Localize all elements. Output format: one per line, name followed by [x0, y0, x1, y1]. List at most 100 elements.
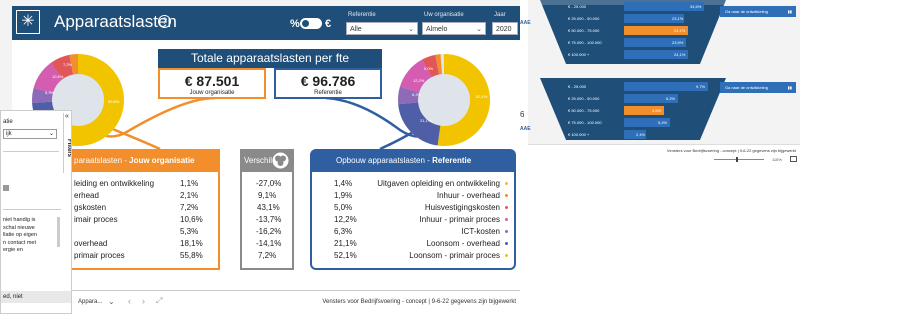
kpi-own-label: Jouw organisatie	[189, 90, 235, 96]
chevron-right-icon[interactable]: ›	[142, 296, 145, 306]
thumb-side-letter: 6	[520, 110, 525, 119]
side-text: niet handig is schal nieuwe llatie op ei…	[3, 217, 37, 255]
side-text-line: niet handig is	[3, 217, 36, 223]
diff-value: -13,7%	[256, 215, 282, 224]
side-footer: ed, niet	[1, 291, 71, 303]
zoom-slider-handle[interactable]	[736, 157, 738, 162]
side-text-line: ergie en	[3, 247, 23, 253]
zoom-level: 116%	[772, 157, 782, 162]
bar-chart-icon: ▮▮	[787, 9, 792, 14]
side-heading: atie	[3, 119, 13, 125]
donut-own-label: 5,3%	[45, 90, 55, 95]
donut-ref-label: 5,0%	[424, 66, 434, 71]
thumb-bar-label: € 100.000 +	[568, 132, 590, 137]
thumb-bar-label: € 25.000 - 50.000	[568, 16, 600, 21]
thumb-bar-label: € - 25.000	[568, 4, 587, 9]
list-item: gskosten	[74, 203, 107, 212]
diff-value: 43,1%	[257, 203, 280, 212]
goto-development-button[interactable]: Ga naar de ontwikkeling ▮▮	[720, 6, 796, 17]
chevron-left-icon[interactable]: ‹	[128, 296, 131, 306]
panel-own-title-bold: Jouw organisatie	[129, 156, 195, 165]
kpi-own[interactable]: € 87.501 Jouw organisatie	[158, 68, 266, 99]
thumb-bar-value: 5,4%	[658, 120, 668, 125]
ref-value: 52,1%	[334, 251, 357, 260]
chevron-down-icon[interactable]: ⌄	[108, 297, 115, 306]
divider	[3, 151, 59, 152]
thumb-bar-value: 4,6%	[652, 108, 662, 113]
filters-label: Filters	[66, 139, 72, 158]
collapse-icon[interactable]: «	[65, 113, 69, 120]
ref-item: Inhuur - overhead	[436, 191, 500, 200]
donut-ref-label: 21,1%	[420, 118, 432, 123]
thumb-bar-value: 9,7%	[696, 84, 706, 89]
thumb-bar-label: € 75.000 - 100.000	[568, 120, 602, 125]
page-tab[interactable]: Appara...	[78, 299, 102, 305]
panel-own-title: paraatslasten -	[74, 156, 130, 165]
thumb-bar-label: € 100.000 +	[568, 52, 590, 57]
thumb-bar-label: € 25.000 - 50.000	[568, 96, 600, 101]
thumb-bar-value: 23,9%	[672, 40, 684, 45]
thumb-bar-value: 23,1%	[672, 16, 684, 21]
donut-own-label: 55,8%	[108, 99, 120, 104]
list-item: primair proces	[74, 251, 125, 260]
thumb-bar-value: 6,2%	[666, 96, 676, 101]
list-value: 10,6%	[180, 215, 203, 224]
ref-item: Uitgaven opleiding en ontwikkeling	[377, 179, 500, 188]
list-item: leiding en ontwikkeling	[74, 179, 155, 188]
side-text-line: schal nieuwe	[3, 224, 35, 231]
donut-own-label: 7,2%	[63, 62, 73, 67]
kpi-banner: Totale apparaatslasten per fte	[158, 49, 382, 68]
ref-value: 21,1%	[334, 239, 357, 248]
list-value: 18,1%	[180, 239, 203, 248]
diff-value: -16,2%	[256, 227, 282, 236]
side-dropdown-value: ijk	[6, 131, 12, 137]
bar-chart-icon: ▮▮	[787, 85, 792, 90]
ref-value: 1,9%	[334, 191, 353, 200]
donut-chart-ref[interactable]: 52,1% 21,1% 6,3% 12,2% 5,0%	[394, 52, 494, 148]
kpi-ref-label: Referentie	[314, 90, 342, 96]
panel-diff-body: -27,0% 9,1% 43,1% -13,7% -16,2% -14,1% 7…	[240, 172, 294, 270]
donut-ref-label: 6,3%	[412, 92, 422, 97]
legend-dot-icon	[505, 218, 508, 221]
list-item: erhead	[74, 191, 99, 200]
ref-item: Inhuur - primair proces	[419, 215, 500, 224]
legend-dot-icon	[505, 182, 508, 185]
thumb-chart-1: € - 25.000 34,6% € 25.000 - 50.000 23,1%…	[564, 0, 714, 66]
list-item: imair proces	[74, 215, 118, 224]
panel-ref-header: Opbouw apparaatslasten - Referentie	[310, 149, 516, 172]
thumb-footer-text: Vensters voor Bedrijfsvoering - concept …	[666, 148, 796, 153]
list-value: 1,1%	[180, 179, 199, 188]
thumb-side-letter: AAE	[520, 126, 531, 132]
ref-item: Loonsom - primair proces	[409, 251, 500, 260]
thumb-bar-label: € 75.000 - 100.000	[568, 40, 602, 45]
fit-page-icon[interactable]	[790, 156, 797, 162]
divider	[3, 209, 61, 210]
legend-dot-icon	[505, 254, 508, 257]
scrollbar[interactable]	[57, 217, 60, 247]
chevron-down-icon: ⌄	[48, 131, 54, 137]
compare-icon	[272, 152, 289, 169]
kpi-ref-value: € 96.786	[300, 73, 356, 89]
zoom-slider[interactable]	[714, 159, 764, 160]
filter-icon	[3, 185, 9, 191]
ref-value: 6,3%	[334, 227, 353, 236]
panel-ref-title-bold: Referentie	[432, 156, 472, 165]
panel-diff-title: Verschil	[244, 156, 273, 165]
footer-text: Vensters voor Bedrijfsvoering - concept …	[322, 299, 516, 305]
list-value: 55,8%	[180, 251, 203, 260]
thumb-bar-value: 24,1%	[674, 28, 686, 33]
goto-development-button[interactable]: Ga naar de ontwikkeling ▮▮	[720, 82, 796, 93]
thumb-bar-label: € 50.000 - 75.000	[568, 28, 600, 33]
list-value: 5,3%	[180, 227, 199, 236]
diff-value: 7,2%	[258, 251, 277, 260]
panel-ref-body: 1,4% Uitgaven opleiding en ontwikkeling …	[310, 172, 516, 270]
side-dropdown[interactable]: ijk ⌄	[3, 129, 57, 139]
filter-side-panel: atie ijk ⌄ « Filters niet handig is schal…	[0, 110, 72, 314]
kpi-ref[interactable]: € 96.786 Referentie	[274, 68, 382, 99]
expand-icon[interactable]: ⤢	[156, 296, 162, 306]
thumb-chart-2: € - 25.000 9,7% € 25.000 - 50.000 6,2% €…	[564, 80, 714, 142]
kpi-own-value: € 87.501	[184, 73, 240, 89]
ref-value: 5,0%	[334, 203, 353, 212]
filters-tab[interactable]: « Filters	[63, 113, 72, 173]
goto-development-label: Ga naar de ontwikkeling	[725, 9, 768, 14]
